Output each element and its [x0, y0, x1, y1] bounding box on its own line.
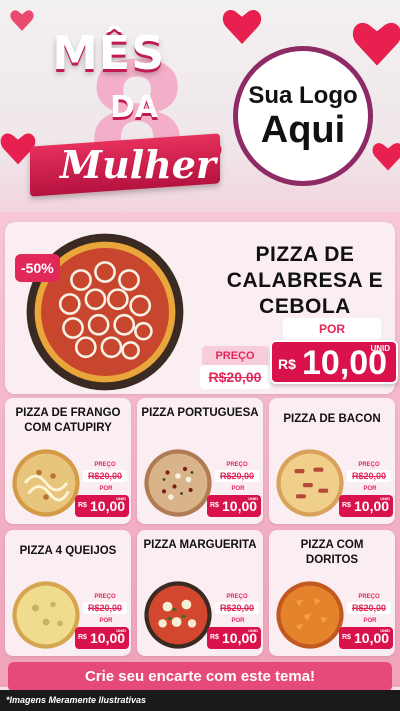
featured-product-name: PIZZA DE CALABRESA E CEBOLA: [226, 243, 384, 318]
por-label: POR: [231, 618, 245, 624]
price-label: PREÇO: [226, 462, 248, 468]
product-card: PIZZA PORTUGUESA PREÇO R$20,00 POR R$ 10…: [137, 398, 263, 524]
currency-symbol: R$: [78, 502, 87, 509]
product-name: PIZZA COM DORITOS: [300, 539, 364, 566]
currency-symbol: R$: [342, 502, 351, 509]
por-label: POR: [363, 486, 377, 492]
product-name: PIZZA MARGUERITA: [143, 539, 257, 551]
campaign-title: 8 MÊS DA Mulher: [30, 22, 220, 197]
currency-symbol: R$: [78, 634, 87, 641]
product-name: PIZZA DE FRANGO COM CATUPIRY: [15, 407, 121, 434]
price-label: PREÇO: [94, 594, 116, 600]
por-label: POR: [363, 618, 377, 624]
pizza-doritos-image: [275, 580, 345, 650]
title-mulher: Mulher: [60, 142, 216, 187]
por-label: POR: [231, 486, 245, 492]
currency-symbol: R$: [342, 634, 351, 641]
pizza-frango-image: [11, 448, 81, 518]
product-name: PIZZA DE BACON: [283, 413, 381, 425]
product-name: PIZZA 4 QUEIJOS: [19, 545, 117, 557]
por-label: POR: [99, 486, 113, 492]
price-label: PREÇO: [94, 462, 116, 468]
por-label: POR: [283, 318, 381, 340]
por-label: POR: [99, 618, 113, 624]
logo-text-line2: Aqui: [260, 109, 346, 151]
offers-area: -50% PIZZA DE CALABRESA E CEBOLA PREÇO R…: [0, 212, 400, 692]
unit-label: UNID: [380, 628, 390, 633]
price-label: PREÇO: [202, 346, 268, 366]
logo-placeholder: Sua Logo Aqui: [233, 46, 373, 186]
price-label: PREÇO: [226, 594, 248, 600]
pizza-marguerita-image: [143, 580, 213, 650]
pizza-portuguesa-image: [143, 448, 213, 518]
new-price-tag: R$ 10,00 UNID: [75, 627, 129, 649]
discount-badge: -50%: [15, 254, 60, 282]
product-name: PIZZA PORTUGUESA: [141, 407, 259, 419]
header-banner: 8 MÊS DA Mulher Sua Logo Aqui: [0, 0, 400, 215]
price-label: PREÇO: [358, 594, 380, 600]
currency-symbol: R$: [210, 502, 219, 509]
featured-offer: -50% PIZZA DE CALABRESA E CEBOLA PREÇO R…: [5, 222, 398, 394]
unit-label: UNID: [116, 496, 126, 501]
title-mes: MÊS: [52, 26, 166, 80]
unit-label: UNID: [370, 344, 390, 353]
currency-symbol: R$: [278, 356, 296, 372]
new-price-tag: R$ 10,00 UNID: [270, 340, 398, 384]
new-price-tag: R$ 10,00 UNID: [207, 627, 261, 649]
product-card: PIZZA 4 QUEIJOS PREÇO R$20,00 POR R$ 10,…: [5, 530, 131, 656]
old-price: R$20,00: [347, 470, 391, 482]
heart-icon: [372, 140, 400, 172]
old-price: R$20,00: [215, 470, 259, 482]
heart-icon: [352, 18, 400, 68]
unit-label: UNID: [380, 496, 390, 501]
new-price-tag: R$ 10,00 UNID: [207, 495, 261, 517]
heart-icon: [222, 8, 262, 44]
price-label: PREÇO: [358, 462, 380, 468]
old-price: R$20,00: [347, 602, 391, 614]
currency-symbol: R$: [210, 634, 219, 641]
new-price-tag: R$ 10,00 UNID: [75, 495, 129, 517]
pizza-4-queijos-image: [11, 580, 81, 650]
new-price-tag: R$ 10,00 UNID: [339, 627, 393, 649]
product-card: PIZZA COM DORITOS PREÇO R$20,00 POR R$ 1…: [269, 530, 395, 656]
old-price: R$20,00: [83, 602, 127, 614]
old-price: R$20,00: [200, 365, 270, 389]
product-card: PIZZA MARGUERITA PREÇO R$20,00 POR R$ 10…: [137, 530, 263, 656]
disclaimer-text: *Imagens Meramente Ilustrativas: [6, 695, 147, 705]
unit-label: UNID: [248, 496, 258, 501]
pizza-bacon-image: [275, 448, 345, 518]
footer: *Imagens Meramente Ilustrativas: [0, 690, 400, 711]
product-card: PIZZA DE BACON PREÇO R$20,00 POR R$ 10,0…: [269, 398, 395, 524]
logo-text-line1: Sua Logo: [248, 82, 358, 109]
title-da: DA: [110, 90, 159, 125]
unit-label: UNID: [116, 628, 126, 633]
unit-label: UNID: [248, 628, 258, 633]
product-card: PIZZA DE FRANGO COM CATUPIRY PREÇO R$20,…: [5, 398, 131, 524]
old-price: R$20,00: [83, 470, 127, 482]
cta-banner[interactable]: Crie seu encarte com este tema!: [8, 662, 392, 692]
old-price: R$20,00: [215, 602, 259, 614]
new-price-tag: R$ 10,00 UNID: [339, 495, 393, 517]
